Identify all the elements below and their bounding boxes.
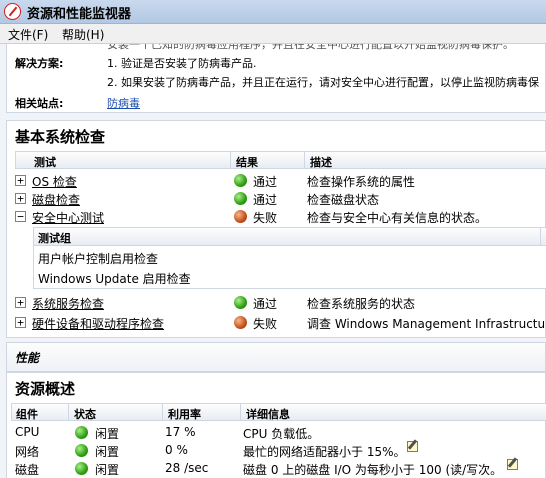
resource-details: CPU 负载低。: [243, 427, 320, 441]
related-sites-label: 相关站点:: [15, 97, 64, 110]
resource-component: CPU: [15, 425, 40, 439]
fail-status-icon: [234, 210, 247, 223]
check-row-disk[interactable]: + 磁盘检查 通过 检查磁盘状态: [15, 189, 546, 209]
resource-details: 最忙的网络适配器小于 15%。: [243, 445, 406, 459]
header-component: 组件: [16, 408, 38, 421]
test-group-item: Windows Update 启用检查: [38, 272, 191, 286]
check-name[interactable]: OS 检查: [32, 173, 77, 190]
status-ok-icon: [75, 444, 88, 457]
check-desc: 检查与安全中心有关信息的状态。: [307, 211, 488, 225]
solution-panel: 安装一个已知的防病毒应用程序，并且在安全中心进行配置以开始监视防病毒保护。 解决…: [6, 44, 546, 113]
resource-status: 闲置: [95, 445, 120, 459]
performance-section[interactable]: 性能: [6, 342, 546, 372]
check-row-system-services[interactable]: + 系统服务检查 通过 检查系统服务的状态: [15, 293, 546, 313]
title-bar: 资源和性能监视器: [0, 0, 546, 24]
collapse-icon[interactable]: −: [15, 211, 26, 222]
header-test: 测试: [34, 156, 56, 169]
check-status: 通过: [253, 175, 278, 189]
edit-icon[interactable]: [407, 441, 418, 452]
check-desc: 检查系统服务的状态: [307, 297, 416, 311]
check-desc: 检查磁盘状态: [307, 193, 380, 207]
header-usage: 利用率: [168, 408, 201, 421]
check-desc: 检查操作系统的属性: [307, 175, 416, 189]
menu-help[interactable]: 帮助(H): [62, 26, 104, 43]
resource-usage: 28 /sec: [165, 461, 209, 475]
cut-text: 安装一个已知的防病毒应用程序，并且在安全中心进行配置以开始监视防病毒保护。: [107, 44, 514, 51]
check-status: 失败: [253, 317, 278, 331]
check-row-security-center[interactable]: − 安全中心测试 失败 检查与安全中心有关信息的状态。: [15, 207, 546, 227]
check-status: 通过: [253, 297, 278, 311]
pass-status-icon: [234, 296, 247, 309]
status-ok-icon: [75, 462, 88, 475]
header-desc: 描述: [310, 156, 332, 169]
check-row-os[interactable]: + OS 检查 通过 检查操作系统的属性: [15, 171, 546, 191]
expand-icon[interactable]: +: [15, 175, 26, 186]
check-desc: 调查 Windows Management Infrastructure 支: [307, 317, 546, 331]
resource-overview-title: 资源概述: [15, 380, 76, 398]
resource-status: 闲置: [95, 463, 120, 477]
resource-row-network: 网络 闲置 0 % 最忙的网络适配器小于 15%。: [11, 441, 546, 461]
test-group-header: 测试组: [34, 228, 546, 246]
check-name[interactable]: 系统服务检查: [32, 295, 104, 312]
resource-component: 磁盘: [15, 463, 40, 477]
antivirus-link[interactable]: 防病毒: [107, 95, 140, 111]
basic-checks-panel: 基本系统检查 测试 结果 描述 + OS 检查 通过 检查操作系统的属性 + 磁…: [6, 120, 546, 338]
resource-row-cpu: CPU 闲置 17 % CPU 负载低。: [11, 423, 546, 443]
check-name[interactable]: 安全中心测试: [32, 209, 104, 226]
window-title: 资源和性能监视器: [27, 7, 132, 22]
check-status: 通过: [253, 193, 278, 207]
resolution-label: 解决方案:: [15, 57, 64, 70]
test-group-item: 用户帐户控制启用检查: [38, 252, 159, 266]
edit-icon[interactable]: [507, 459, 518, 470]
resolution-step-1: 1. 验证是否安装了防病毒产品.: [107, 57, 257, 70]
resource-header: 组件 状态 利用率 详细信息: [11, 403, 546, 421]
header-details: 详细信息: [246, 408, 290, 421]
resource-row-disk: 磁盘 闲置 28 /sec 磁盘 0 上的磁盘 I/O 为每秒小于 100 (读…: [11, 459, 546, 478]
expand-icon[interactable]: +: [15, 193, 26, 204]
check-name[interactable]: 硬件设备和驱动程序检查: [32, 315, 164, 332]
performance-title: 性能: [15, 351, 40, 365]
fail-status-icon: [234, 316, 247, 329]
security-test-group: 测试组 用户帐户控制启用检查 Windows Update 启用检查: [33, 227, 546, 289]
resolution-step-2: 2. 如果安装了防病毒产品，并且正在运行，请对安全中心进行配置，以停止监视防病毒…: [107, 76, 539, 89]
resource-status: 闲置: [95, 427, 120, 441]
resource-monitor-icon: [4, 3, 21, 20]
header-result: 结果: [236, 156, 258, 169]
resource-usage: 17 %: [165, 425, 196, 439]
status-ok-icon: [75, 426, 88, 439]
header-status: 状态: [74, 408, 96, 421]
pass-status-icon: [234, 174, 247, 187]
check-row-hardware-drivers[interactable]: + 硬件设备和驱动程序检查 失败 调查 Windows Management I…: [15, 313, 546, 333]
resource-usage: 0 %: [165, 443, 188, 457]
pass-status-icon: [234, 192, 247, 205]
menu-file[interactable]: 文件(F): [8, 26, 48, 43]
check-name[interactable]: 磁盘检查: [32, 191, 80, 208]
basic-checks-title: 基本系统检查: [15, 128, 106, 146]
expand-icon[interactable]: +: [15, 317, 26, 328]
resource-component: 网络: [15, 445, 40, 459]
menu-bar: 文件(F) 帮助(H): [0, 24, 546, 44]
expand-icon[interactable]: +: [15, 297, 26, 308]
report-content[interactable]: 安装一个已知的防病毒应用程序，并且在安全中心进行配置以开始监视防病毒保护。 解决…: [0, 44, 546, 478]
basic-checks-header: 测试 结果 描述: [15, 151, 546, 169]
check-status: 失败: [253, 211, 278, 225]
test-group-title: 测试组: [38, 232, 71, 245]
resource-details: 磁盘 0 上的磁盘 I/O 为每秒小于 100 (读/写次。: [243, 463, 503, 477]
resource-overview-panel: 资源概述 组件 状态 利用率 详细信息 CPU 闲置 17 % CPU 负载低。…: [6, 372, 546, 478]
